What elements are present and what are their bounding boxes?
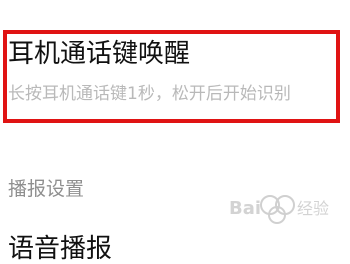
section-header-broadcast: 播报设置 [8, 178, 85, 200]
setting-description: 长按耳机通话键1秒，松开后开始识别 [8, 84, 291, 104]
svg-text:Bai: Bai [229, 198, 261, 219]
watermark-logo-icon: Bai 经验 [229, 195, 329, 224]
earphone-call-key-wake-setting[interactable]: 耳机通话键唤醒 长按耳机通话键1秒，松开后开始识别 [0, 0, 350, 140]
voice-broadcast-item[interactable]: 语音播报 [8, 234, 112, 264]
setting-title: 耳机通话键唤醒 [8, 39, 191, 69]
svg-text:经验: 经验 [297, 199, 329, 218]
